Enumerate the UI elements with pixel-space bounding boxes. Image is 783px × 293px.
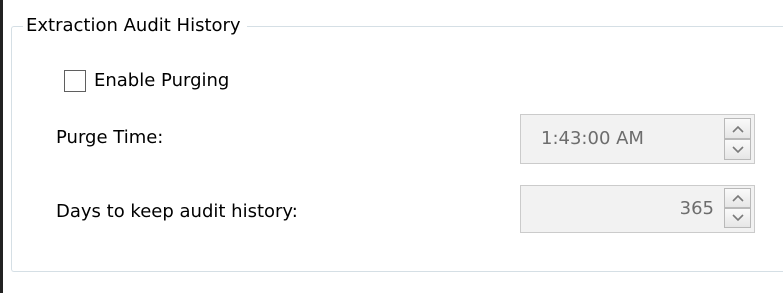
enable-purging-checkbox[interactable] xyxy=(64,70,86,92)
purge-time-down-button[interactable] xyxy=(724,139,751,160)
purge-time-label: Purge Time: xyxy=(56,127,164,148)
purge-time-picker[interactable]: 1:43:00 AM xyxy=(520,114,755,164)
days-to-keep-value[interactable]: 365 xyxy=(680,186,714,232)
window-left-edge xyxy=(0,0,3,293)
purge-time-value[interactable]: 1:43:00 AM xyxy=(541,115,644,163)
chevron-up-icon xyxy=(731,125,744,133)
group-title: Extraction Audit History xyxy=(23,15,247,37)
chevron-down-icon xyxy=(731,145,744,153)
purge-time-up-button[interactable] xyxy=(724,118,751,139)
days-to-keep-label: Days to keep audit history: xyxy=(56,201,298,222)
chevron-up-icon xyxy=(731,194,744,202)
days-to-keep-up-button[interactable] xyxy=(724,188,751,208)
enable-purging-label[interactable]: Enable Purging xyxy=(94,70,229,92)
days-to-keep-stepper[interactable]: 365 xyxy=(520,185,755,233)
chevron-down-icon xyxy=(731,214,744,222)
days-to-keep-down-button[interactable] xyxy=(724,208,751,228)
